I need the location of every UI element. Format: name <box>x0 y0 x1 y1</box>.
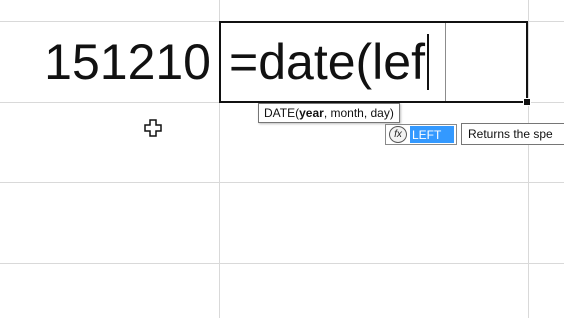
fill-handle[interactable] <box>523 98 531 106</box>
tooltip-function-name: DATE( <box>264 106 300 120</box>
function-arguments-tooltip[interactable]: DATE(year, month, day) <box>258 103 400 123</box>
function-description-text: Returns the spe <box>468 127 553 141</box>
function-autocomplete-list[interactable]: fx LEFT <box>385 124 457 145</box>
row-gridline <box>0 182 564 183</box>
row-gridline <box>0 263 564 264</box>
autocomplete-item-left[interactable]: LEFT <box>410 126 454 143</box>
text-caret <box>426 34 429 90</box>
spreadsheet-grid[interactable]: 151210 =date(lef DATE(year, month, day) … <box>0 0 564 318</box>
function-icon: fx <box>389 126 407 143</box>
cell-select-cross-icon <box>144 119 162 137</box>
active-cell-editor[interactable]: =date(lef <box>219 21 528 103</box>
tooltip-remaining-arguments: , month, day) <box>323 106 394 120</box>
function-description-tooltip: Returns the spe <box>461 123 564 145</box>
tooltip-current-argument: year <box>299 106 324 120</box>
column-gridline <box>528 0 529 318</box>
formula-text: =date(lef <box>229 34 425 90</box>
cell-boundary-line <box>445 23 446 101</box>
cell-date-value[interactable]: 151210 <box>0 22 219 102</box>
cell-value-text: 151210 <box>44 34 211 90</box>
